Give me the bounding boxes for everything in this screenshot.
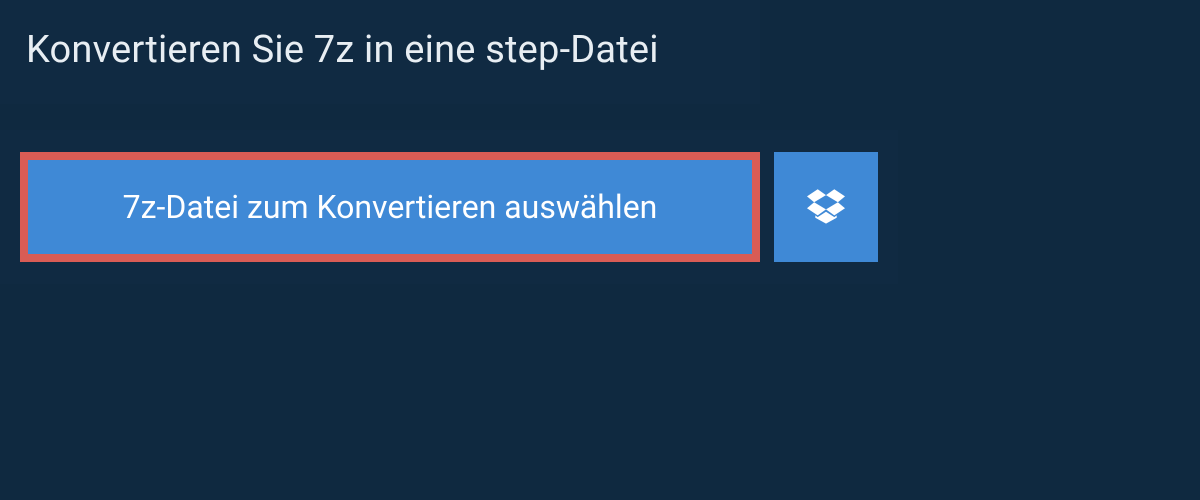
page-title: Konvertieren Sie 7z in eine step-Datei — [26, 28, 734, 72]
dropbox-icon — [807, 189, 845, 225]
dropbox-button[interactable] — [774, 152, 878, 262]
header-bar: Konvertieren Sie 7z in eine step-Datei — [0, 0, 760, 104]
select-file-label: 7z-Datei zum Konvertieren auswählen — [123, 188, 658, 226]
action-panel: 7z-Datei zum Konvertieren auswählen — [0, 130, 898, 284]
select-file-button[interactable]: 7z-Datei zum Konvertieren auswählen — [20, 152, 760, 262]
